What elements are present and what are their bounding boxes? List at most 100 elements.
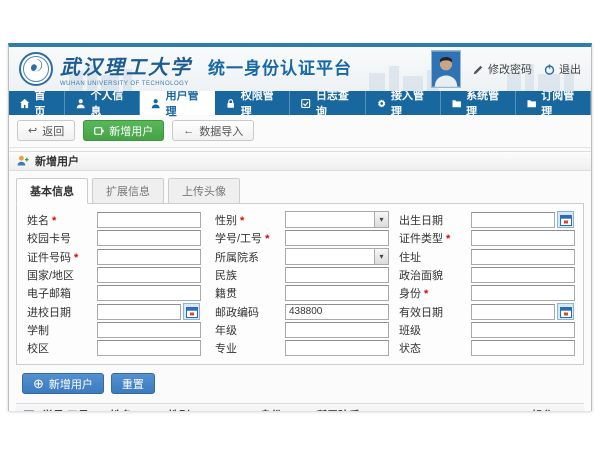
field-label-campus-card: 校园卡号 [27,230,89,246]
nav-label: 权限管理 [241,87,279,119]
access-gear-icon [377,98,386,109]
identity-input[interactable] [471,285,575,301]
required-marker: * [240,215,244,227]
field-label-department: 所属院系 [215,249,277,265]
nav-tab-user-management[interactable]: 用户管理 [140,91,215,115]
field-label-identity: 身份* [399,285,463,301]
field-label-campus: 校区 [27,340,89,356]
campus-card-input[interactable] [97,230,201,246]
field-label-ethnicity: 民族 [215,267,277,283]
field-label-major: 专业 [215,340,277,356]
system-folder-icon [452,98,461,109]
student-id-input[interactable] [285,230,389,246]
department-select[interactable]: ▾ [285,248,389,265]
nav-tab-permission-management[interactable]: 权限管理 [215,91,290,115]
tab-basic-info[interactable]: 基本信息 [16,178,88,204]
nav-tab-log-query[interactable]: 日志查询 [290,91,365,115]
calendar-icon[interactable] [183,303,200,320]
logout-label: 退出 [559,61,581,77]
grade-input[interactable] [285,322,389,338]
person-icon [76,98,85,109]
chevron-down-icon: ▾ [374,249,388,264]
required-marker: * [74,252,78,264]
section-header: 新增用户 [9,151,591,171]
field-label-native-place: 籍贯 [215,285,277,301]
political-status-input[interactable] [471,267,575,283]
field-label-postal-code: 邮政编码 [215,304,277,320]
field-label-grade: 年级 [215,322,277,338]
gender-select[interactable]: ▾ [285,211,389,228]
schooling-input[interactable] [97,322,201,338]
basic-info-panel: 姓名* 性别* ▾ 出生日期 校园卡号 学号/工号* 证件类型* 证件号码* 所… [16,203,584,365]
calendar-icon[interactable] [557,211,574,228]
nav-tab-system-management[interactable]: 系统管理 [441,91,516,115]
col-name: 姓名 [110,407,168,412]
select-all-checkbox[interactable] [24,410,34,412]
required-marker: * [265,233,269,245]
tab-extended-info[interactable]: 扩展信息 [92,178,164,204]
class-input[interactable] [471,322,575,338]
back-arrow-icon: ↩ [28,124,37,137]
ethnicity-input[interactable] [285,267,389,283]
field-label-email: 电子邮箱 [27,285,89,301]
nav-label: 日志查询 [316,87,354,119]
birth-date-input[interactable] [471,212,555,228]
nav-tab-access-management[interactable]: 接入管理 [366,91,441,115]
nav-label: 个人信息 [90,87,128,119]
back-button[interactable]: ↩ 返回 [17,120,75,141]
content-area: ↩ 返回 新增用户 ← 数据导入 新增用户 [9,115,591,411]
id-number-input[interactable] [97,249,201,265]
col-actions: 操作 [532,407,584,412]
user-table: 学号/工号 姓名 性别 身份 所属院系 操作 [16,403,584,411]
user-avatar[interactable] [431,50,461,88]
log-search-icon [301,98,310,109]
logout-link[interactable]: 退出 [544,61,581,77]
col-department: 所属院系 [316,407,532,412]
email-input[interactable] [97,285,201,301]
nav-tab-home[interactable]: 首页 [9,91,65,115]
status-input[interactable] [471,340,575,356]
toolbar: ↩ 返回 新增用户 ← 数据导入 [9,115,591,148]
change-password-link[interactable]: 修改密码 [473,61,532,77]
brand: 武汉理工大学 统一身份认证平台 WUHAN UNIVERSITY OF TECH… [19,51,352,87]
add-person-icon [17,155,29,167]
submit-label: 新增用户 [49,376,93,392]
field-label-gender: 性别* [215,212,277,228]
chevron-down-icon: ▾ [374,212,388,227]
table-header-row: 学号/工号 姓名 性别 身份 所属院系 操作 [16,404,584,411]
nav-tab-subscription-management[interactable]: 订阅管理 [516,91,591,115]
id-type-input[interactable] [471,230,575,246]
power-icon [544,64,555,75]
field-label-country: 国家/地区 [27,267,89,283]
main-nav: 首页 个人信息 用户管理 权限管理 日志查询 接入管理 系统管理 订阅管理 [9,91,591,115]
reset-button[interactable]: 重置 [111,373,155,394]
tab-upload-avatar[interactable]: 上传头像 [168,178,240,204]
pencil-icon [473,64,484,75]
campus-input[interactable] [97,340,201,356]
import-arrow-icon: ← [183,125,194,137]
user-manage-icon [151,98,160,109]
field-label-id-number: 证件号码* [27,249,89,265]
country-input[interactable] [97,267,201,283]
app-window: 武汉理工大学 统一身份认证平台 WUHAN UNIVERSITY OF TECH… [8,43,592,411]
add-user-toolbar-button[interactable]: 新增用户 [83,120,164,141]
address-input[interactable] [471,249,575,265]
submit-add-user-button[interactable]: ⊕ 新增用户 [22,373,104,394]
add-user-label: 新增用户 [109,123,153,139]
calendar-icon[interactable] [557,303,574,320]
university-logo [19,52,53,86]
native-place-input[interactable] [285,285,389,301]
field-label-student-id: 学号/工号* [215,230,277,246]
nav-tab-personal-info[interactable]: 个人信息 [65,91,140,115]
add-card-icon [94,126,104,136]
field-label-valid-date: 有效日期 [399,304,463,320]
reset-label: 重置 [122,376,144,392]
circle-plus-icon: ⊕ [33,377,44,390]
name-input[interactable] [97,212,201,228]
back-label: 返回 [42,123,64,139]
data-import-button[interactable]: ← 数据导入 [172,120,254,141]
major-input[interactable] [285,340,389,356]
valid-date-input[interactable] [471,304,555,320]
entry-date-input[interactable] [97,304,181,320]
postal-code-input[interactable] [285,304,389,320]
